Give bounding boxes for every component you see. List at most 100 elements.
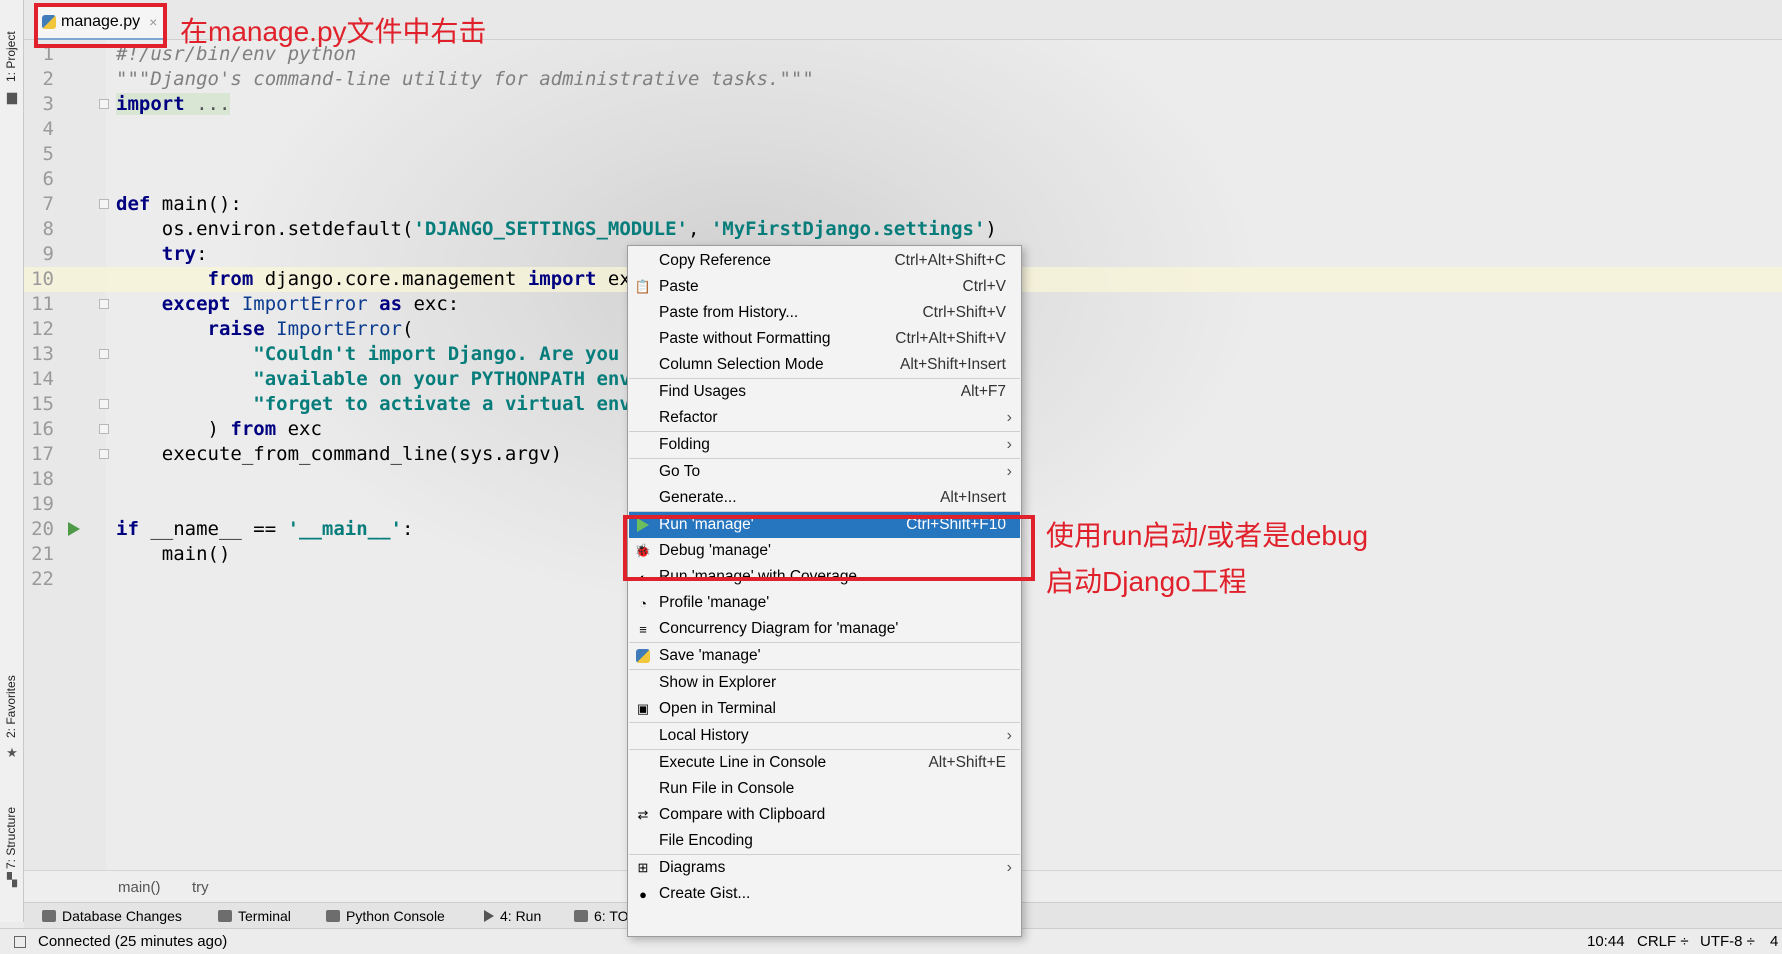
menu-item-copy-reference[interactable]: Copy Reference Ctrl+Alt+Shift+C (629, 248, 1020, 274)
menu-item-save-manage[interactable]: Save 'manage' (629, 643, 1020, 669)
fold-marker-icon[interactable] (99, 349, 109, 359)
menu-item-create-gist[interactable]: ● Create Gist... (629, 881, 1020, 907)
fold-marker-icon[interactable] (99, 99, 109, 109)
menu-item-compare-with-clipboard[interactable]: ⇄ Compare with Clipboard (629, 802, 1020, 828)
tab-manage-py[interactable]: manage.py × (34, 6, 168, 40)
status-toggle-icon[interactable] (14, 936, 26, 948)
line-separator[interactable]: CRLF ÷ (1637, 933, 1689, 950)
profile-manage-icon: ◔ (639, 595, 647, 611)
code-line[interactable]: 3 import ... (24, 92, 1782, 117)
code-text: os.environ.setdefault('DJANGO_SETTINGS_M… (116, 218, 997, 240)
todo-tab[interactable]: 6: TO (574, 908, 629, 924)
code-line[interactable]: 2 """Django's command-line utility for ad… (24, 67, 1782, 92)
database-changes-tab[interactable]: Database Changes (42, 908, 182, 924)
code-line[interactable]: 4 (24, 117, 1782, 142)
menu-item-folding[interactable]: Folding › (629, 432, 1020, 458)
todo-label: 6: TO (594, 908, 629, 924)
menu-item-label: Diagrams (659, 859, 726, 876)
fold-marker-icon[interactable] (99, 449, 109, 459)
menu-item-paste-from-history[interactable]: Paste from History... Ctrl+Shift+V (629, 300, 1020, 326)
code-line[interactable]: 7 def main(): (24, 192, 1782, 217)
fold-marker-icon[interactable] (99, 199, 109, 209)
menu-item-profile-manage[interactable]: ◔ Profile 'manage' (629, 590, 1020, 616)
menu-item-shortcut: Ctrl+V (962, 278, 1007, 295)
structure-tool-tab[interactable]: 7: Structure ▚ (0, 785, 24, 887)
menu-item-label: Execute Line in Console (659, 754, 827, 771)
menu-item-debug-manage[interactable]: 🐞 Debug 'manage' (629, 538, 1020, 564)
line-number: 21 (31, 543, 54, 565)
menu-item-concurrency-diagram-for-manage[interactable]: ≡ Concurrency Diagram for 'manage' (629, 616, 1020, 642)
run-icon (484, 910, 494, 922)
menu-item-paste-without-formatting[interactable]: Paste without Formatting Ctrl+Alt+Shift+V (629, 326, 1020, 352)
line-number: 8 (42, 218, 54, 240)
menu-item-shortcut: Ctrl+Alt+Shift+C (894, 252, 1006, 269)
code-line[interactable]: 5 (24, 142, 1782, 167)
file-encoding[interactable]: UTF-8 ÷ (1700, 933, 1755, 950)
code-text: main() (116, 543, 231, 565)
indent-setting[interactable]: 4 (1770, 933, 1778, 950)
menu-item-shortcut: Alt+F7 (960, 383, 1006, 400)
submenu-arrow-icon: › (1006, 436, 1012, 453)
fold-marker-icon[interactable] (99, 299, 109, 309)
menu-item-column-selection-mode[interactable]: Column Selection Mode Alt+Shift+Insert (629, 352, 1020, 378)
python-file-icon (42, 15, 56, 29)
menu-item-label: Show in Explorer (659, 674, 777, 691)
menu-item-label: Compare with Clipboard (659, 806, 826, 823)
menu-item-show-in-explorer[interactable]: Show in Explorer (629, 670, 1020, 696)
menu-item-label: Debug 'manage' (659, 542, 771, 559)
menu-item-label: Create Gist... (659, 885, 751, 902)
code-line[interactable]: 6 (24, 167, 1782, 192)
menu-item-generate[interactable]: Generate... Alt+Insert (629, 485, 1020, 511)
menu-item-label: Find Usages (659, 383, 747, 400)
python-console-tab[interactable]: Python Console (326, 908, 445, 924)
fold-marker-icon[interactable] (99, 399, 109, 409)
terminal-tab[interactable]: Terminal (218, 908, 291, 924)
fold-marker-icon[interactable] (99, 424, 109, 434)
line-number: 14 (31, 368, 54, 390)
menu-item-paste[interactable]: 📋 Paste Ctrl+V (629, 274, 1020, 300)
diagrams-icon: ⊞ (637, 860, 649, 875)
menu-item-label: Folding (659, 436, 710, 453)
menu-item-shortcut: Ctrl+Shift+F10 (906, 516, 1006, 533)
code-text: """Django's command-line utility for adm… (116, 68, 814, 90)
menu-item-run-manage-with-coverage[interactable]: ◐ Run 'manage' with Coverage (629, 564, 1020, 590)
line-number: 7 (42, 193, 54, 215)
menu-item-label: Paste from History... (659, 304, 799, 321)
line-number: 2 (42, 68, 54, 90)
line-number: 12 (31, 318, 54, 340)
project-tool-tab[interactable]: 1: Project ▆ (0, 10, 24, 103)
code-line[interactable]: 8 os.environ.setdefault('DJANGO_SETTINGS… (24, 217, 1782, 242)
submenu-arrow-icon: › (1006, 727, 1012, 744)
menu-item-refactor[interactable]: Refactor › (629, 405, 1020, 431)
menu-item-shortcut: Alt+Shift+E (928, 754, 1006, 771)
line-number: 4 (42, 118, 54, 140)
menu-item-local-history[interactable]: Local History › (629, 723, 1020, 749)
menu-item-label: Open in Terminal (659, 700, 776, 717)
menu-item-diagrams[interactable]: ⊞ Diagrams › (629, 855, 1020, 881)
menu-item-open-in-terminal[interactable]: ▣ Open in Terminal (629, 696, 1020, 722)
breadcrumb-block[interactable]: try (192, 879, 209, 896)
line-number: 13 (31, 343, 54, 365)
line-number: 9 (42, 243, 54, 265)
run-tab[interactable]: 4: Run (484, 908, 541, 924)
code-text: if __name__ == '__main__': (116, 518, 414, 540)
caret-position[interactable]: 10:44 (1587, 933, 1625, 950)
menu-item-label: Go To (659, 463, 701, 480)
paste-icon: 📋 (634, 279, 652, 294)
menu-item-execute-line-in-console[interactable]: Execute Line in Console Alt+Shift+E (629, 750, 1020, 776)
close-icon[interactable]: × (149, 14, 157, 30)
favorites-tool-tab[interactable]: 2: Favorites ★ (0, 660, 24, 760)
menu-item-find-usages[interactable]: Find Usages Alt+F7 (629, 379, 1020, 405)
menu-item-run-manage[interactable]: Run 'manage' Ctrl+Shift+F10 (629, 512, 1020, 538)
menu-item-go-to[interactable]: Go To › (629, 459, 1020, 485)
menu-item-shortcut: Alt+Insert (940, 489, 1006, 506)
run-manage-with-coverage-icon: ◐ (639, 569, 647, 585)
star-icon: ★ (6, 745, 18, 760)
run-gutter-icon[interactable] (68, 522, 80, 536)
menu-item-run-file-in-console[interactable]: Run File in Console (629, 776, 1020, 802)
menu-item-label: Concurrency Diagram for 'manage' (659, 620, 899, 637)
menu-item-file-encoding[interactable]: File Encoding (629, 828, 1020, 854)
menu-item-label: File Encoding (659, 832, 753, 849)
breadcrumb-function[interactable]: main() (118, 879, 161, 896)
line-number: 22 (31, 568, 54, 590)
